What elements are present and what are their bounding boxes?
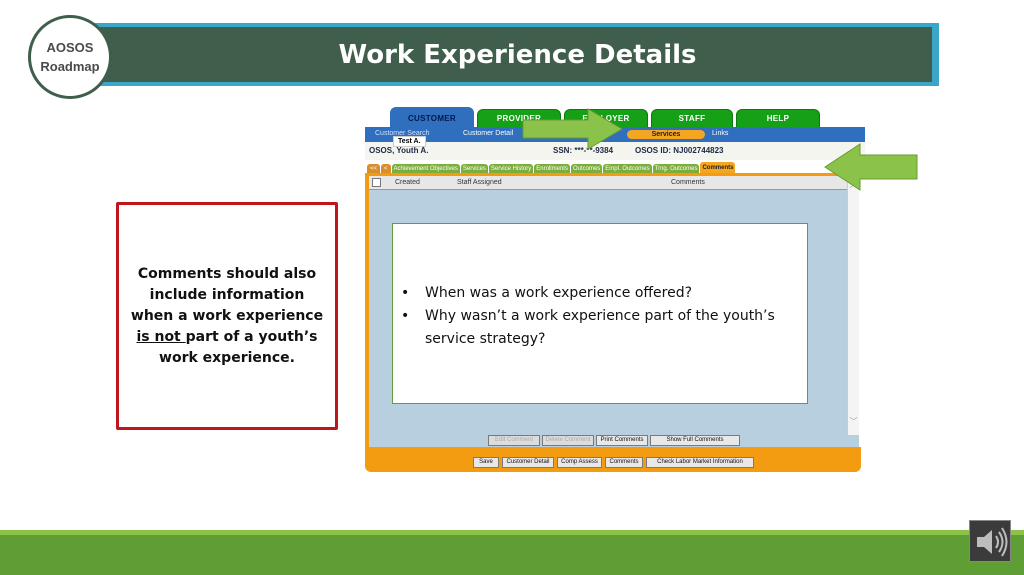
roadmap-badge: AOSOS Roadmap — [28, 15, 112, 99]
bottom-action-bar: Save Customer Detail Comp Assess Comment… — [365, 447, 861, 472]
nav-customer-detail[interactable]: Customer Detail — [463, 130, 513, 137]
scroll-down-icon[interactable]: ﹀ — [848, 416, 859, 427]
green-arrow-icon — [522, 108, 623, 150]
tab-staff[interactable]: STAFF — [651, 109, 733, 128]
nav-links[interactable]: Links — [712, 130, 728, 137]
guidance-bullet-1: When was a work experience offered? — [401, 282, 807, 305]
guidance-bullet-2: Why wasn’t a work experience part of the… — [401, 305, 807, 351]
select-all-checkbox[interactable] — [372, 178, 381, 187]
customer-osos-id: OSOS ID: NJ002744823 — [635, 146, 724, 155]
comments-grid-header: Created Staff Assigned Comments — [369, 176, 852, 190]
badge-line2: Roadmap — [40, 59, 100, 74]
delete-comment-button[interactable]: Delete Comment — [542, 435, 594, 446]
edit-comment-button[interactable]: Edit Comment — [488, 435, 540, 446]
speaker-icon[interactable] — [969, 520, 1011, 562]
grid-scrollbar[interactable]: ︿ ﹀ — [847, 177, 859, 435]
tab-customer[interactable]: CUSTOMER — [390, 107, 474, 129]
comment-guidance-box: When was a work experience offered? Why … — [392, 223, 808, 404]
nav-services[interactable]: Services — [627, 130, 705, 139]
header-created[interactable]: Created — [395, 179, 420, 186]
comment-action-row: Edit Comment Delete Comment Print Commen… — [369, 435, 859, 447]
show-full-comments-button[interactable]: Show Full Comments — [650, 435, 740, 446]
footer-bar — [0, 535, 1024, 575]
callout-text-underlined: is not — [136, 328, 186, 345]
callout-text: Comments should also include information… — [127, 264, 327, 369]
callout-text-part1: Comments should also include information… — [130, 265, 324, 324]
comp-assess-button[interactable]: Comp Assess — [557, 457, 602, 468]
callout-box: Comments should also include information… — [116, 202, 338, 430]
name-tooltip: Test A. — [393, 136, 426, 147]
customer-name: OSOS, Youth A. — [369, 146, 429, 155]
tab-help[interactable]: HELP — [736, 109, 820, 128]
page-title: Work Experience Details — [338, 39, 697, 70]
guidance-list: When was a work experience offered? Why … — [401, 282, 807, 351]
header-comments[interactable]: Comments — [671, 179, 705, 186]
header-staff-assigned[interactable]: Staff Assigned — [457, 179, 502, 186]
save-button[interactable]: Save — [473, 457, 499, 468]
comments-button[interactable]: Comments — [605, 457, 643, 468]
customer-detail-button[interactable]: Customer Detail — [502, 457, 554, 468]
print-comments-button[interactable]: Print Comments — [596, 435, 648, 446]
green-arrow-icon — [824, 143, 918, 191]
title-banner: Work Experience Details — [97, 27, 932, 82]
check-labor-market-button[interactable]: Check Labor Market Information — [646, 457, 754, 468]
badge-line1: AOSOS — [46, 40, 94, 55]
